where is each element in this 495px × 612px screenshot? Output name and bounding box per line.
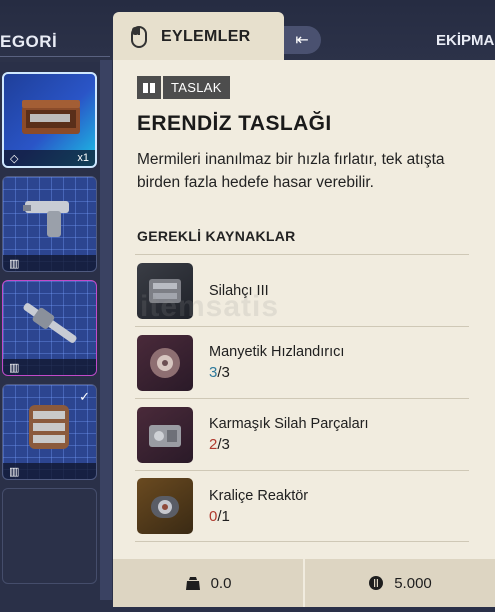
slot-footer: ▥ — [3, 255, 96, 271]
actions-label: EYLEMLER — [161, 28, 251, 45]
reactor-icon — [137, 478, 193, 534]
weight-value: 0.0 — [210, 574, 232, 592]
item-type-label: TASLAK — [163, 76, 230, 99]
inventory-slot-empty[interactable] — [2, 488, 97, 584]
requirement-name: Manyetik Hızlandırıcı — [209, 344, 345, 360]
actions-tab[interactable]: EYLEMLER — [113, 12, 284, 62]
magnetic-accelerator-icon — [137, 334, 193, 391]
rifle-icon — [23, 303, 77, 343]
inventory-slot[interactable]: ▥ — [2, 280, 97, 376]
pistol-icon — [23, 201, 69, 237]
price-cell: 5.000 — [303, 559, 495, 607]
price-value: 5.000 — [394, 574, 432, 592]
coin-icon — [369, 576, 384, 590]
equipment-label: EKİPMA — [436, 32, 495, 49]
diamond-icon: ◇ — [10, 152, 19, 165]
slot-footer: ▥ — [3, 359, 96, 375]
category-label: EGORİ — [0, 32, 58, 51]
requirement-quantity: 0/1 — [209, 508, 308, 525]
book-icon: ▥ — [9, 465, 20, 478]
requirement-name: Kraliçe Reaktör — [209, 487, 309, 504]
weight-cell: 0.0 — [113, 559, 303, 607]
inventory-slot[interactable]: ▥ — [2, 176, 97, 272]
requirement-row: Manyetik Hızlandırıcı 3/3 — [135, 326, 469, 398]
transfer-arrow-button[interactable]: ⇤ — [283, 26, 321, 54]
mouse-icon — [131, 26, 147, 48]
category-underline — [0, 56, 110, 57]
requirement-quantity: 2/3 — [209, 436, 369, 453]
slot-footer: ▥ — [3, 463, 96, 479]
weight-icon — [185, 577, 200, 590]
quantity-required: 1 — [221, 507, 230, 525]
arrow-left-icon: ⇤ — [295, 32, 309, 49]
weapon-parts-icon — [137, 406, 193, 463]
tooltip-footer: 0.0 5.000 — [113, 559, 495, 607]
book-icon — [137, 76, 161, 99]
quantity-required: 3 — [221, 436, 230, 453]
quantity-required: 3 — [221, 364, 230, 381]
item-title: ERENDİZ TASLAĞI — [137, 112, 332, 135]
item-tooltip-panel: TASLAK ERENDİZ TASLAĞI Mermileri inanılm… — [113, 60, 495, 607]
watermark: itemsatis — [140, 290, 280, 323]
slot-count: x1 — [77, 152, 89, 164]
item-description: Mermileri inanılmaz bir hızla fırlatır, … — [137, 151, 445, 191]
slot-column-divider — [100, 60, 112, 600]
requirements-heading: GEREKLİ KAYNAKLAR — [137, 228, 296, 244]
wooden-case-icon — [22, 100, 80, 134]
inventory-slot-selected[interactable]: ◇ x1 — [2, 72, 97, 168]
requirement-row: Kraliçe Reaktör 0/1 — [135, 470, 469, 542]
item-type-tag: TASLAK — [137, 76, 230, 99]
requirement-name: Karmaşık Silah Parçaları — [209, 416, 369, 432]
requirement-row: Karmaşık Silah Parçaları 2/3 — [135, 398, 469, 470]
requirement-quantity: 3/3 — [209, 364, 344, 381]
slot-footer: ◇ x1 — [4, 150, 95, 166]
book-icon: ▥ — [9, 361, 20, 374]
inventory-slot[interactable]: ✓ ▥ — [2, 384, 97, 480]
book-icon: ▥ — [9, 257, 20, 270]
armor-icon — [29, 405, 69, 449]
